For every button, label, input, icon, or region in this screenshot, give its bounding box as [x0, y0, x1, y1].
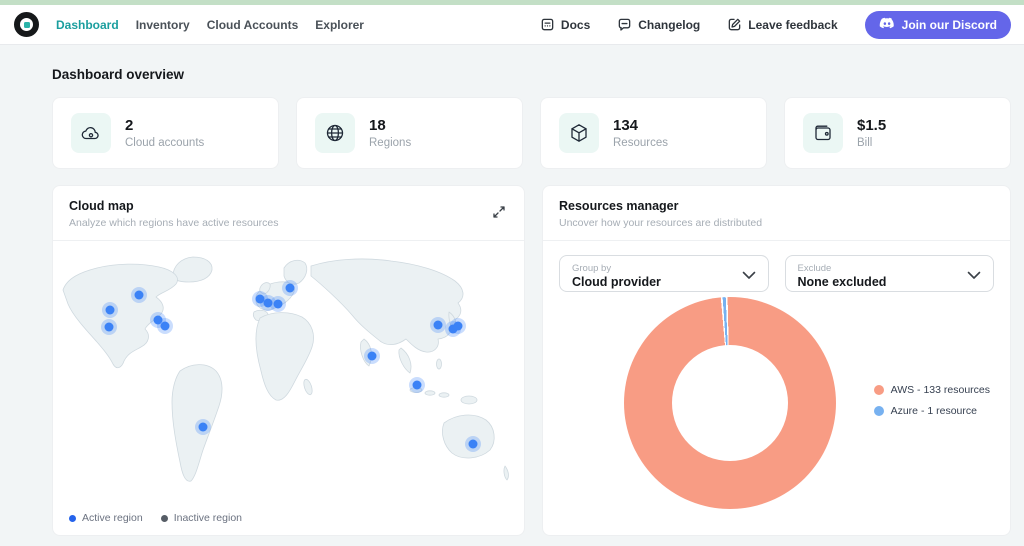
- page-title: Dashboard overview: [52, 67, 1011, 82]
- stat-text: 18 Regions: [369, 117, 411, 149]
- cloud-map-panel: Cloud map Analyze which regions have act…: [52, 185, 525, 536]
- wallet-icon: [803, 113, 843, 153]
- stat-value: 134: [613, 117, 668, 134]
- stat-label: Regions: [369, 137, 411, 149]
- region-dot[interactable]: [286, 284, 295, 293]
- resources-manager-subtitle: Uncover how your resources are distribut…: [559, 217, 762, 229]
- series-label: AWS - 133 resources: [891, 384, 990, 396]
- region-dot[interactable]: [105, 323, 114, 332]
- group-by-text: Group by Cloud provider: [572, 263, 661, 289]
- navbar: Dashboard Inventory Cloud Accounts Explo…: [0, 5, 1024, 45]
- region-dot[interactable]: [106, 306, 115, 315]
- region-dot[interactable]: [469, 440, 478, 449]
- nav-item-explorer[interactable]: Explorer: [315, 18, 364, 32]
- stat-card-cloud-accounts: 2 Cloud accounts: [52, 97, 279, 169]
- feedback-icon: [727, 17, 742, 32]
- stat-label: Cloud accounts: [125, 137, 204, 149]
- resources-manager-panel: Resources manager Uncover how your resou…: [542, 185, 1011, 536]
- group-by-select[interactable]: Group by Cloud provider: [559, 255, 769, 292]
- changelog-icon: [617, 17, 632, 32]
- stat-text: $1.5 Bill: [857, 117, 886, 149]
- series-label: Azure - 1 resource: [891, 405, 977, 417]
- series-color-dot: [874, 385, 884, 395]
- discord-icon: [879, 17, 895, 33]
- nav-item-inventory[interactable]: Inventory: [136, 18, 190, 32]
- main-content: Dashboard overview 2 Cloud accounts 18 R…: [0, 45, 1024, 546]
- exclude-label: Exclude: [798, 263, 887, 274]
- exclude-text: Exclude None excluded: [798, 263, 887, 289]
- cloud-icon: [71, 113, 111, 153]
- nav-actions: Docs Changelog Leave feedback Join our D…: [540, 11, 1011, 39]
- series-color-dot: [874, 406, 884, 416]
- world-map: [61, 254, 516, 504]
- docs-link[interactable]: Docs: [540, 17, 590, 32]
- stat-value: 18: [369, 117, 411, 134]
- charts-row: Cloud map Analyze which regions have act…: [52, 185, 1011, 536]
- map-legend: Active region Inactive region: [69, 512, 242, 524]
- join-discord-label: Join our Discord: [902, 18, 997, 32]
- stat-label: Resources: [613, 137, 668, 149]
- leave-feedback-label: Leave feedback: [748, 18, 837, 32]
- legend-active-region: Active region: [69, 512, 143, 524]
- docs-label: Docs: [561, 18, 590, 32]
- region-dot[interactable]: [161, 322, 170, 331]
- resource-filters: Group by Cloud provider Exclude None exc…: [543, 241, 1010, 292]
- stat-text: 2 Cloud accounts: [125, 117, 204, 149]
- chevron-down-icon: [742, 267, 756, 285]
- exclude-select[interactable]: Exclude None excluded: [785, 255, 995, 292]
- active-region-dot: [69, 515, 76, 522]
- region-dot[interactable]: [368, 352, 377, 361]
- region-dot[interactable]: [199, 423, 208, 432]
- nav-item-dashboard[interactable]: Dashboard: [56, 18, 119, 32]
- cloud-map-header: Cloud map Analyze which regions have act…: [53, 186, 524, 241]
- stat-card-regions: 18 Regions: [296, 97, 523, 169]
- inactive-region-dot: [161, 515, 168, 522]
- region-dot[interactable]: [434, 321, 443, 330]
- active-region-label: Active region: [82, 512, 143, 524]
- donut-legend-item: AWS - 133 resources: [874, 384, 990, 396]
- nav-item-cloud-accounts[interactable]: Cloud Accounts: [207, 18, 299, 32]
- chevron-down-icon: [967, 267, 981, 285]
- stat-text: 134 Resources: [613, 117, 668, 149]
- donut-hole: [672, 345, 788, 461]
- main-nav: Dashboard Inventory Cloud Accounts Explo…: [56, 18, 364, 32]
- stat-card-resources: 134 Resources: [540, 97, 767, 169]
- donut-legend: AWS - 133 resources Azure - 1 resource: [874, 384, 990, 417]
- changelog-link[interactable]: Changelog: [617, 17, 700, 32]
- region-dot[interactable]: [454, 322, 463, 331]
- cloud-map-title: Cloud map: [69, 199, 279, 213]
- exclude-value: None excluded: [798, 275, 887, 289]
- leave-feedback-link[interactable]: Leave feedback: [727, 17, 837, 32]
- group-by-value: Cloud provider: [572, 275, 661, 289]
- legend-inactive-region: Inactive region: [161, 512, 242, 524]
- stats-grid: 2 Cloud accounts 18 Regions 134 Resource…: [52, 97, 1011, 169]
- docs-icon: [540, 17, 555, 32]
- cloud-map-titles: Cloud map Analyze which regions have act…: [69, 199, 279, 229]
- komiser-logo[interactable]: [14, 12, 39, 37]
- resources-manager-title: Resources manager: [559, 199, 762, 213]
- region-dot[interactable]: [413, 381, 422, 390]
- stat-label: Bill: [857, 137, 886, 149]
- globe-icon: [315, 113, 355, 153]
- resources-manager-header: Resources manager Uncover how your resou…: [543, 186, 1010, 241]
- komiser-logo-core: [24, 22, 30, 28]
- changelog-label: Changelog: [638, 18, 700, 32]
- inactive-region-label: Inactive region: [174, 512, 242, 524]
- cube-icon: [559, 113, 599, 153]
- stat-card-bill: $1.5 Bill: [784, 97, 1011, 169]
- region-dot[interactable]: [135, 291, 144, 300]
- expand-icon[interactable]: [490, 203, 508, 224]
- donut-legend-item: Azure - 1 resource: [874, 405, 990, 417]
- cloud-map-subtitle: Analyze which regions have active resour…: [69, 217, 279, 229]
- stat-value: 2: [125, 117, 204, 134]
- region-dot[interactable]: [274, 300, 283, 309]
- stat-value: $1.5: [857, 117, 886, 134]
- resources-manager-titles: Resources manager Uncover how your resou…: [559, 199, 762, 229]
- donut-chart: [624, 297, 836, 509]
- join-discord-button[interactable]: Join our Discord: [865, 11, 1011, 39]
- group-by-label: Group by: [572, 263, 661, 274]
